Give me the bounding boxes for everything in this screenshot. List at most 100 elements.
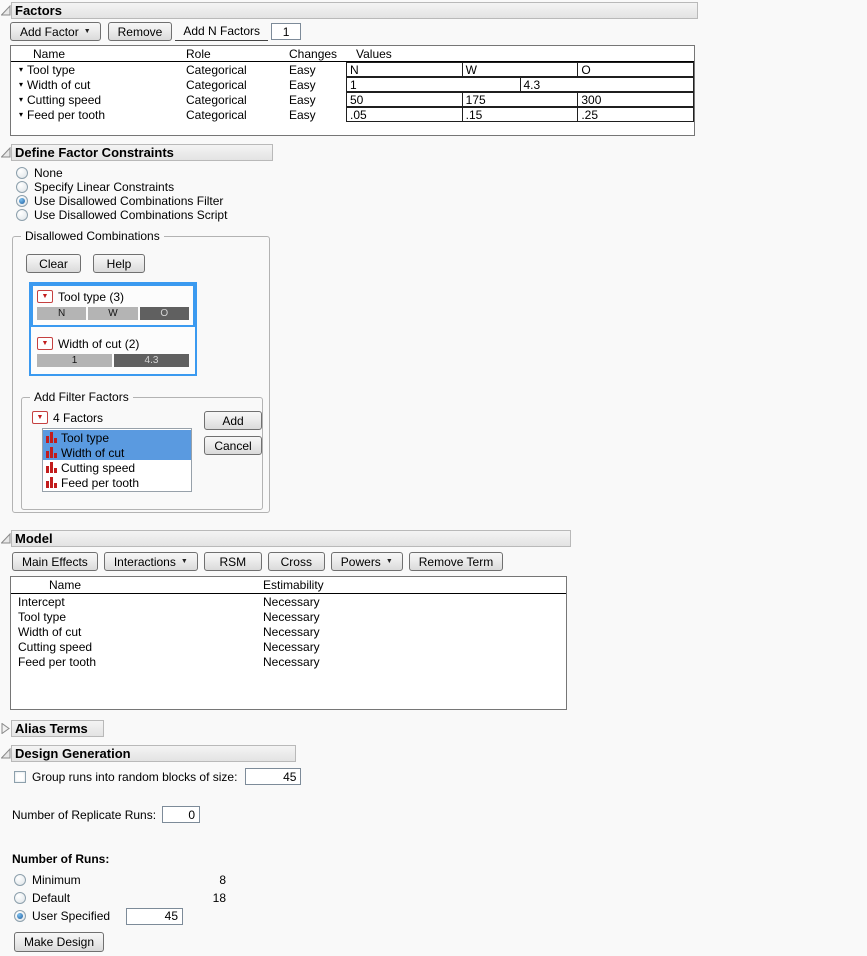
factor-role[interactable]: Categorical: [186, 108, 289, 122]
expand-chevron-icon[interactable]: ▾: [19, 65, 23, 74]
disclosure-open-icon[interactable]: [0, 144, 11, 158]
cross-label: Cross: [280, 554, 312, 569]
list-item-feed-per-tooth[interactable]: Feed per tooth: [43, 475, 191, 490]
disclosure-open-icon[interactable]: [0, 745, 11, 759]
constraint-option-filter[interactable]: Use Disallowed Combinations Filter: [16, 194, 867, 208]
n-factors-input[interactable]: [271, 23, 302, 40]
model-section-header[interactable]: Model: [11, 530, 571, 547]
filter-factors-header[interactable]: ▼ 4 Factors: [32, 410, 192, 425]
model-term-row[interactable]: Tool type Necessary: [11, 609, 566, 624]
constraint-option-script[interactable]: Use Disallowed Combinations Script: [16, 208, 867, 222]
list-item-width-of-cut[interactable]: Width of cut: [43, 445, 191, 460]
interactions-button[interactable]: Interactions ▼: [103, 552, 198, 571]
factor-name[interactable]: Width of cut: [27, 78, 90, 92]
disclosure-collapsed-icon[interactable]: [0, 720, 11, 734]
filter-segment-selected[interactable]: 4.3: [114, 354, 189, 367]
alias-section-header[interactable]: Alias Terms: [11, 720, 104, 737]
model-term-row[interactable]: Width of cut Necessary: [11, 624, 566, 639]
rsm-button[interactable]: RSM: [203, 552, 262, 571]
factors-section-header[interactable]: Factors: [11, 2, 698, 19]
factor-name[interactable]: Feed per tooth: [27, 108, 105, 122]
factor-name[interactable]: Cutting speed: [27, 93, 101, 107]
factor-value-cell[interactable]: 300: [577, 92, 695, 107]
factor-changes[interactable]: Easy: [289, 63, 346, 77]
nominal-factor-icon: [46, 432, 57, 443]
filter-segment-selected[interactable]: O: [139, 307, 189, 320]
factor-value-cell[interactable]: O: [577, 62, 695, 77]
list-item-tool-type[interactable]: Tool type: [43, 430, 191, 445]
filter-segment[interactable]: N: [37, 307, 87, 320]
model-term-row[interactable]: Intercept Necessary: [11, 594, 566, 609]
cancel-button[interactable]: Cancel: [204, 436, 262, 455]
factor-row: ▾ Tool type Categorical Easy N W O: [11, 62, 695, 77]
factor-value-cell[interactable]: N: [346, 62, 463, 77]
radio-icon[interactable]: [16, 209, 28, 221]
factor-value-cell[interactable]: 4.3: [519, 77, 694, 92]
factor-value-cell[interactable]: .25: [577, 107, 695, 122]
radio-icon[interactable]: [16, 167, 28, 179]
filter-block-tool-type[interactable]: ▼ Tool type (3) N W O: [31, 284, 195, 327]
factor-value-cell[interactable]: 1: [346, 77, 521, 92]
powers-button[interactable]: Powers ▼: [330, 552, 403, 571]
factors-section-header-row: Factors: [0, 2, 867, 19]
factor-name[interactable]: Tool type: [27, 63, 75, 77]
cancel-label: Cancel: [214, 438, 252, 453]
filter-segment[interactable]: 1: [37, 354, 112, 367]
add-n-factors-button[interactable]: Add N Factors: [175, 22, 269, 41]
factor-changes[interactable]: Easy: [289, 78, 346, 92]
constraints-section-header[interactable]: Define Factor Constraints: [11, 144, 273, 161]
constraint-option-linear[interactable]: Specify Linear Constraints: [16, 180, 867, 194]
factor-value-cell[interactable]: 50: [346, 92, 463, 107]
constraint-option-none[interactable]: None: [16, 166, 867, 180]
filter-block-width-of-cut[interactable]: ▼ Width of cut (2) 1 4.3: [31, 331, 195, 374]
clear-button[interactable]: Clear: [26, 254, 81, 273]
runs-option-default[interactable]: Default 18: [14, 889, 867, 907]
model-term-row[interactable]: Cutting speed Necessary: [11, 639, 566, 654]
group-runs-checkbox[interactable]: [14, 770, 26, 783]
add-factor-button[interactable]: Add Factor ▼: [10, 22, 101, 41]
term-name: Intercept: [18, 594, 65, 609]
replicate-runs-input[interactable]: [162, 806, 201, 823]
add-factor-label: Add Factor: [20, 24, 79, 39]
filter-menu-icon[interactable]: ▼: [37, 290, 53, 303]
list-item-cutting-speed[interactable]: Cutting speed: [43, 460, 191, 475]
factor-role[interactable]: Categorical: [186, 93, 289, 107]
radio-icon[interactable]: [16, 181, 28, 193]
expand-chevron-icon[interactable]: ▾: [19, 95, 23, 104]
disclosure-open-icon[interactable]: [0, 2, 11, 16]
factor-value-cell[interactable]: .05: [346, 107, 463, 122]
expand-chevron-icon[interactable]: ▾: [19, 80, 23, 89]
radio-icon[interactable]: [14, 910, 26, 922]
help-button[interactable]: Help: [93, 254, 145, 273]
remove-factor-button[interactable]: Remove: [107, 22, 173, 41]
factor-value-cell[interactable]: W: [461, 62, 579, 77]
radio-icon[interactable]: [14, 892, 26, 904]
factor-value-cell[interactable]: .15: [461, 107, 579, 122]
filter-menu-icon[interactable]: ▼: [37, 337, 53, 350]
factor-changes[interactable]: Easy: [289, 93, 346, 107]
add-button[interactable]: Add: [204, 411, 262, 430]
radio-icon[interactable]: [14, 874, 26, 886]
list-item-label: Cutting speed: [61, 460, 136, 475]
runs-option-minimum[interactable]: Minimum 8: [14, 871, 867, 889]
disclosure-open-icon[interactable]: [0, 530, 11, 544]
expand-chevron-icon[interactable]: ▾: [19, 110, 23, 119]
runs-option-user-specified[interactable]: User Specified: [14, 907, 867, 925]
model-term-row[interactable]: Feed per tooth Necessary: [11, 654, 566, 669]
main-effects-button[interactable]: Main Effects: [12, 552, 98, 571]
factor-changes[interactable]: Easy: [289, 108, 346, 122]
radio-icon[interactable]: [16, 195, 28, 207]
add-filter-factors-box: Add Filter Factors ▼ 4 Factors Tool type…: [21, 390, 263, 510]
remove-term-button[interactable]: Remove Term: [408, 552, 504, 571]
design-generation-header[interactable]: Design Generation: [11, 745, 296, 762]
factor-role[interactable]: Categorical: [186, 78, 289, 92]
make-design-button[interactable]: Make Design: [14, 932, 105, 952]
filter-segment[interactable]: W: [88, 307, 138, 320]
factor-value-cell[interactable]: 175: [461, 92, 579, 107]
user-specified-runs-input[interactable]: [126, 907, 183, 925]
constraints-title: Define Factor Constraints: [15, 144, 174, 160]
cross-button[interactable]: Cross: [267, 552, 325, 571]
factor-role[interactable]: Categorical: [186, 63, 289, 77]
block-size-input[interactable]: [245, 768, 302, 785]
filter-menu-icon[interactable]: ▼: [32, 411, 48, 424]
